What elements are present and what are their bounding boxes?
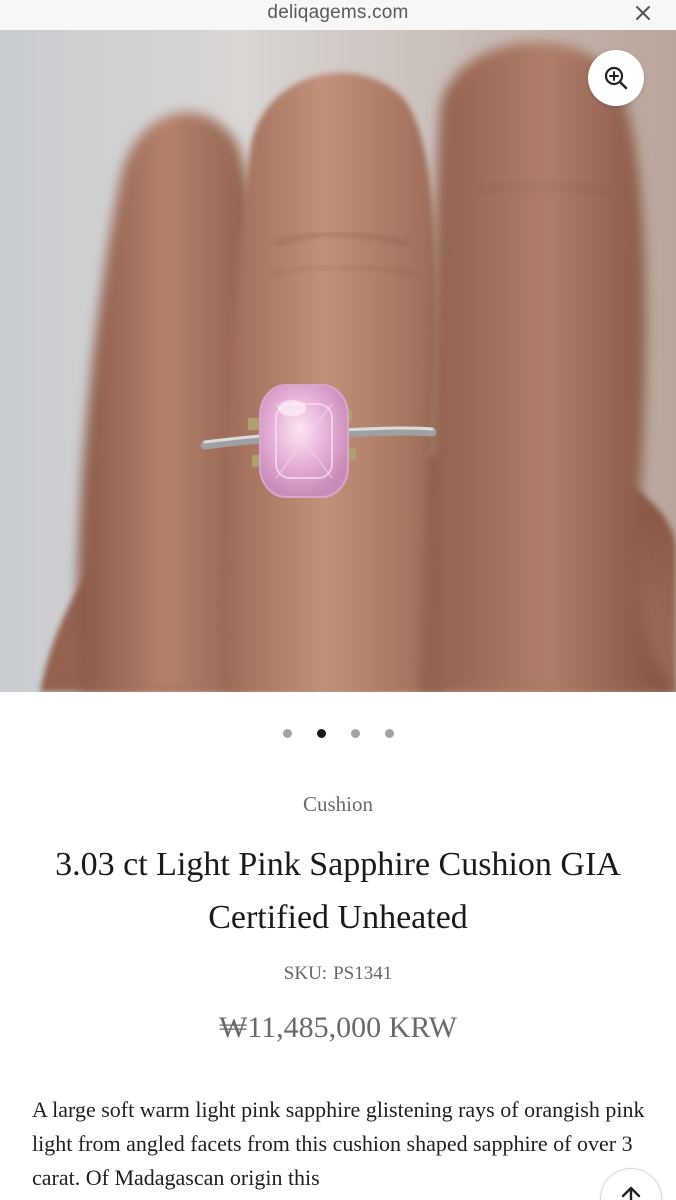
gallery-dot-1[interactable] (282, 729, 292, 738)
gallery-dot-4[interactable] (384, 729, 394, 738)
url-text[interactable]: deliqagems.com (0, 2, 676, 24)
product-price: ₩11,485,000 KRW (218, 1011, 458, 1044)
product-sku: SKU: PS1341 (0, 963, 676, 985)
product-image[interactable] (0, 30, 676, 692)
close-button[interactable] (632, 2, 654, 24)
zoom-in-icon (604, 66, 628, 90)
browser-top-bar: deliqagems.com (0, 0, 676, 30)
product-vendor[interactable]: Cushion (0, 792, 676, 817)
sku-label: SKU: (283, 963, 328, 984)
product-title: 3.03 ct Light Pink Sapphire Cushion GIA … (55, 846, 621, 936)
product-description: A large soft warm light pink sapphire gl… (32, 1097, 645, 1190)
gallery-dot-3[interactable] (350, 729, 360, 738)
sku-value: PS1341 (333, 963, 393, 984)
gallery-dot-2[interactable] (316, 729, 326, 738)
gallery-pagination (0, 729, 676, 741)
zoom-button[interactable] (588, 50, 644, 106)
arrow-up-icon (621, 1186, 641, 1200)
close-icon (636, 6, 650, 20)
